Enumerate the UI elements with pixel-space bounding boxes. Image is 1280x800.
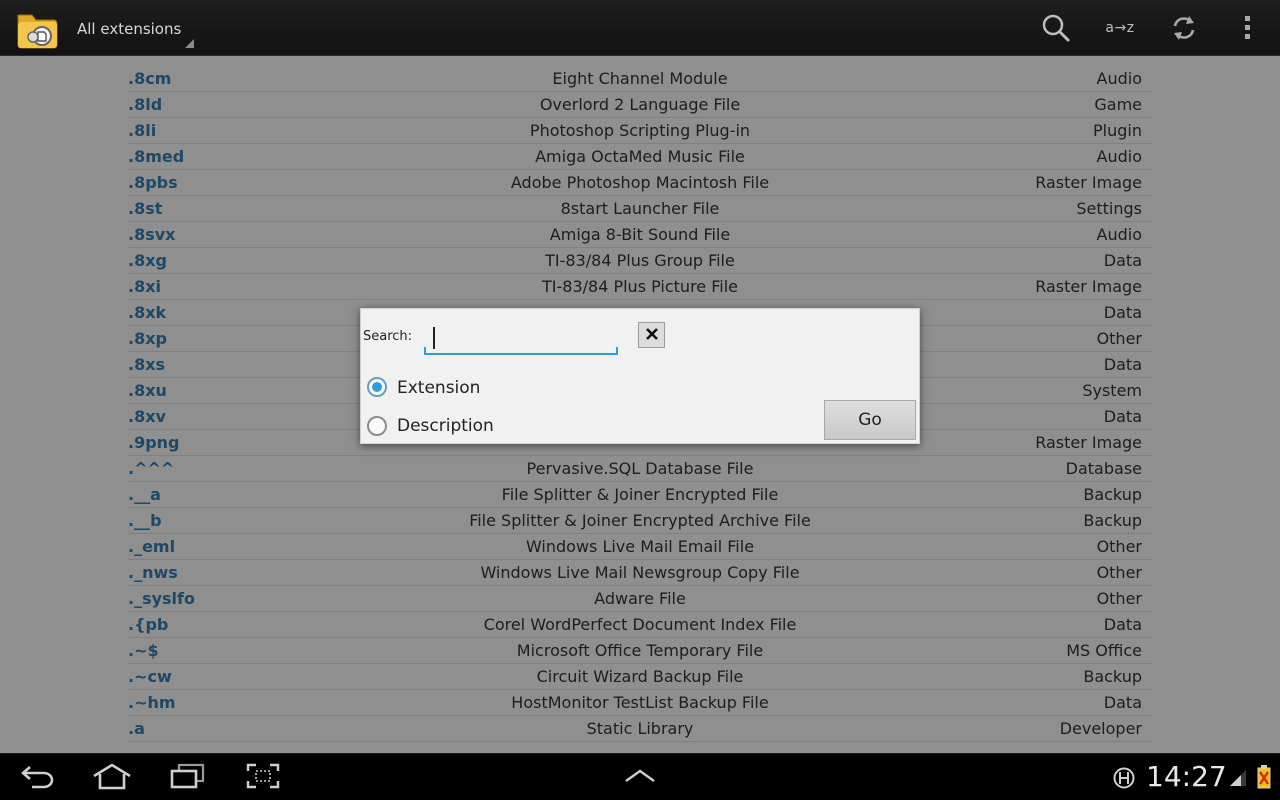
sort-az-button[interactable]: a→z [1100,8,1140,48]
refresh-icon [1170,14,1198,42]
clock: 14:27 [1146,760,1227,793]
search-input[interactable] [424,323,618,355]
battery-icon [1257,765,1271,793]
expand-up-button[interactable] [616,761,664,795]
input-edge-left [424,347,426,355]
search-label: Search: [363,329,413,344]
data-saver-icon [1112,766,1136,794]
expand-up-icon [623,768,657,788]
system-navigation-bar: 14:27 [0,753,1280,800]
overflow-menu-icon [1244,15,1252,41]
home-button[interactable] [88,761,136,795]
text-cursor [433,327,435,349]
search-dialog: Search: Extension Description Go [360,308,920,444]
extension-radio[interactable] [367,377,387,397]
overflow-menu-button[interactable] [1228,8,1268,48]
screenshot-button[interactable] [239,761,287,795]
app-folder-icon[interactable] [14,5,60,51]
back-button[interactable] [14,761,62,795]
extension-radio-label[interactable]: Extension [397,378,480,398]
go-button[interactable]: Go [824,400,916,440]
sort-az-icon: a→z [1105,20,1135,36]
search-icon [1041,13,1071,43]
home-icon [91,762,133,794]
view-selector-dropdown[interactable]: All extensions [66,8,196,50]
screenshot-icon [245,762,281,794]
clear-search-button[interactable] [638,322,665,348]
recent-apps-icon [169,762,205,794]
input-edge-right [616,347,618,355]
view-selector-label: All extensions [77,20,182,38]
search-button[interactable] [1036,8,1076,48]
recent-apps-button[interactable] [163,761,211,795]
close-icon [645,326,659,345]
action-bar: All extensions a→z [0,0,1280,56]
refresh-button[interactable] [1164,8,1204,48]
dropdown-corner-icon [185,39,194,48]
back-icon [20,762,56,794]
description-radio-label[interactable]: Description [397,416,494,436]
signal-icon [1228,768,1248,792]
description-radio[interactable] [367,416,387,436]
